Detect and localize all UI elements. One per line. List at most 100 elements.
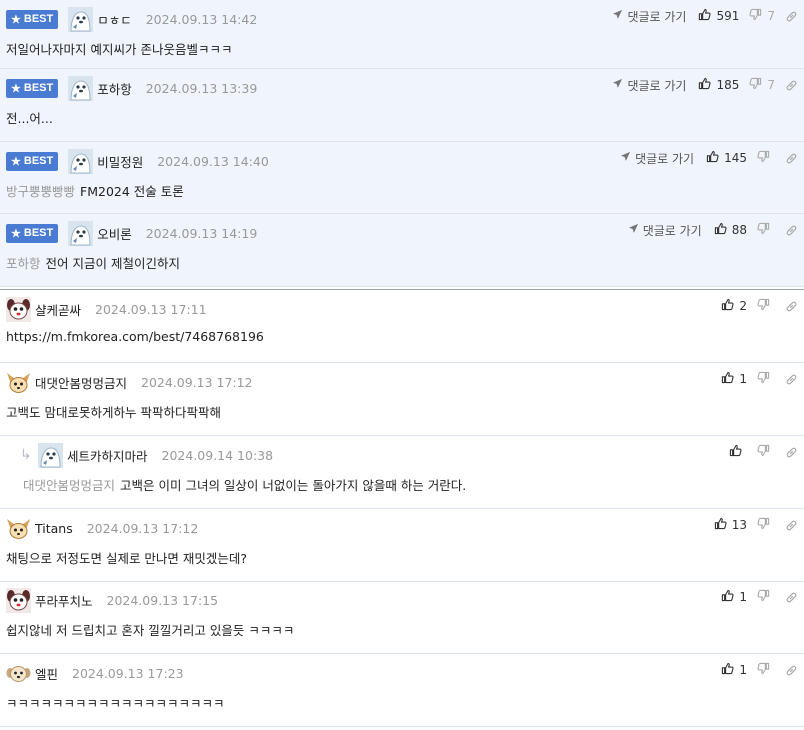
downvote-button[interactable] — [757, 150, 775, 166]
puppy-avatar[interactable] — [6, 661, 31, 686]
comment-header: 엘핀 2024.09.13 17:23 — [6, 660, 184, 686]
comment-author[interactable]: 엘핀 — [35, 664, 58, 683]
link-icon[interactable] — [785, 664, 798, 677]
upvote-count: 2 — [739, 299, 747, 313]
comment-header: Titans 2024.09.13 17:12 — [6, 515, 198, 541]
downvote-count: 7 — [767, 78, 775, 92]
link-icon[interactable] — [785, 79, 798, 92]
send-icon — [620, 151, 635, 165]
link-icon[interactable] — [785, 10, 798, 23]
comment-author[interactable]: Titans — [35, 521, 73, 536]
thumbs-up-icon — [729, 444, 747, 460]
comment-list: ★ BEST ㅁㅎㄷ 2024.09.13 14:42 저일어나자마지 예지씨가 존나웃… — [0, 0, 804, 730]
skull-dog-avatar[interactable] — [6, 587, 31, 613]
goto-comment-link[interactable]: 댓글로 가기 — [628, 222, 702, 239]
star-icon: ★ — [11, 155, 21, 168]
comment-date: 2024.09.13 17:11 — [95, 301, 207, 317]
reply-arrow-icon: ↳ — [20, 447, 32, 463]
upvote-button[interactable]: 591 — [698, 8, 739, 24]
link-icon[interactable] — [785, 519, 798, 532]
link-icon[interactable] — [785, 446, 798, 459]
upvote-count: 1 — [739, 590, 747, 604]
best-comment: ★ BEST 포하항 2024.09.13 13:39 전...어... 댓글로 가기 18… — [0, 69, 804, 142]
link-icon[interactable] — [785, 152, 798, 165]
downvote-button[interactable] — [757, 222, 775, 238]
downvote-button[interactable] — [757, 371, 775, 387]
upvote-button[interactable]: 2 — [721, 298, 747, 314]
comment-author[interactable]: ㅁㅎㄷ — [97, 10, 132, 29]
upvote-button[interactable]: 13 — [714, 517, 747, 533]
send-icon — [612, 78, 627, 92]
goto-comment-link[interactable]: 댓글로 가기 — [612, 77, 686, 94]
best-badge: ★ BEST — [6, 78, 59, 98]
skull-dog-avatar[interactable] — [6, 296, 31, 322]
comment-author[interactable]: 세트카하지마라 — [67, 446, 148, 465]
send-icon — [612, 9, 627, 23]
comment-date: 2024.09.13 17:15 — [106, 592, 219, 608]
downvote-button[interactable] — [757, 298, 775, 314]
upvote-button[interactable]: 185 — [698, 77, 739, 93]
comment-actions: 댓글로 가기 88 — [628, 221, 798, 239]
best-comment: ★ BEST ㅁㅎㄷ 2024.09.13 14:42 저일어나자마지 예지씨가 존나웃… — [0, 0, 804, 69]
link-icon[interactable] — [785, 300, 798, 313]
comment-header: 샬케곧싸 2024.09.13 17:11 — [6, 296, 207, 322]
comment-author[interactable]: 오비론 — [97, 224, 132, 243]
thumbs-down-icon — [757, 589, 775, 605]
thumbs-down-icon — [749, 8, 767, 24]
comment: Titans 2024.09.13 17:12 채팅으로 저정도면 실제로 만나면 … — [0, 509, 804, 582]
comment-author[interactable]: 포하항 — [97, 79, 132, 98]
thumbs-down-icon — [749, 77, 767, 93]
comment-author[interactable]: 샬케곧싸 — [35, 300, 81, 319]
thumbs-down-icon — [757, 371, 775, 387]
link-icon[interactable] — [785, 224, 798, 237]
comment-date: 2024.09.14 10:38 — [161, 447, 274, 463]
comment-date: 2024.09.13 17:12 — [141, 374, 253, 390]
best-badge: ★ BEST — [6, 9, 59, 29]
link-icon[interactable] — [785, 373, 798, 386]
fox-avatar[interactable] — [6, 516, 31, 541]
star-icon: ★ — [11, 13, 21, 26]
upvote-button[interactable]: 88 — [714, 222, 747, 238]
comment: 대댓안봄멍멍금지 2024.09.13 17:12 고백도 맘대로못하게하누 팍팍하… — [0, 363, 804, 436]
comment-author[interactable]: 푸라푸치노 — [35, 591, 93, 610]
downvote-button[interactable]: 7 — [749, 77, 775, 93]
fox-avatar[interactable] — [6, 370, 31, 395]
best-badge-label: BEST — [23, 82, 54, 94]
comment-actions: 1 — [721, 588, 798, 606]
downvote-button[interactable] — [757, 662, 775, 678]
thumbs-down-icon — [757, 222, 775, 238]
thumbs-up-icon — [721, 371, 739, 387]
downvote-button[interactable] — [757, 444, 775, 460]
upvote-button[interactable]: 1 — [721, 371, 747, 387]
upvote-button[interactable] — [729, 444, 747, 460]
goto-comment-link[interactable]: 댓글로 가기 — [612, 8, 686, 25]
comment-body: https://m.fmkorea.com/best/7468768196 — [6, 329, 264, 344]
upvote-button[interactable]: 1 — [721, 589, 747, 605]
downvote-button[interactable]: 7 — [749, 8, 775, 24]
link-icon[interactable] — [785, 591, 798, 604]
comment-author[interactable]: 대댓안봄멍멍금지 — [35, 373, 127, 392]
upvote-button[interactable]: 145 — [706, 150, 747, 166]
comment-actions: 1 — [721, 370, 798, 388]
downvote-button[interactable] — [757, 517, 775, 533]
ice-bear-avatar[interactable] — [68, 75, 94, 101]
best-comment: ★ BEST 비밀정원 2024.09.13 14:40 방구뿡뿡빵빵 FM2024 전술… — [0, 142, 804, 214]
goto-comment-link[interactable]: 댓글로 가기 — [620, 150, 694, 167]
ice-bear-avatar[interactable] — [68, 220, 94, 246]
ice-bear-avatar[interactable] — [68, 6, 94, 32]
upvote-count: 1 — [739, 663, 747, 677]
comment: 푸라푸치노 2024.09.13 17:15 쉽지않네 저 드립치고 혼자 낄낄거리… — [0, 581, 804, 654]
comment-header: ★ BEST 포하항 2024.09.13 13:39 — [6, 75, 257, 101]
thumbs-up-icon — [698, 77, 716, 93]
downvote-button[interactable] — [757, 589, 775, 605]
reply-target[interactable]: 포하항 — [6, 256, 41, 271]
comment-body: 방구뿡뿡빵빵 FM2024 전술 토론 — [6, 181, 184, 200]
reply-target[interactable]: 방구뿡뿡빵빵 — [6, 184, 75, 199]
upvote-button[interactable]: 1 — [721, 662, 747, 678]
comment-actions: 댓글로 가기 185 7 — [612, 76, 798, 94]
best-badge-label: BEST — [23, 155, 54, 167]
reply-target[interactable]: 대댓안봄멍멍금지 — [23, 478, 115, 493]
ice-bear-avatar[interactable] — [38, 442, 63, 468]
comment-author[interactable]: 비밀정원 — [97, 152, 143, 171]
ice-bear-avatar[interactable] — [68, 148, 94, 174]
